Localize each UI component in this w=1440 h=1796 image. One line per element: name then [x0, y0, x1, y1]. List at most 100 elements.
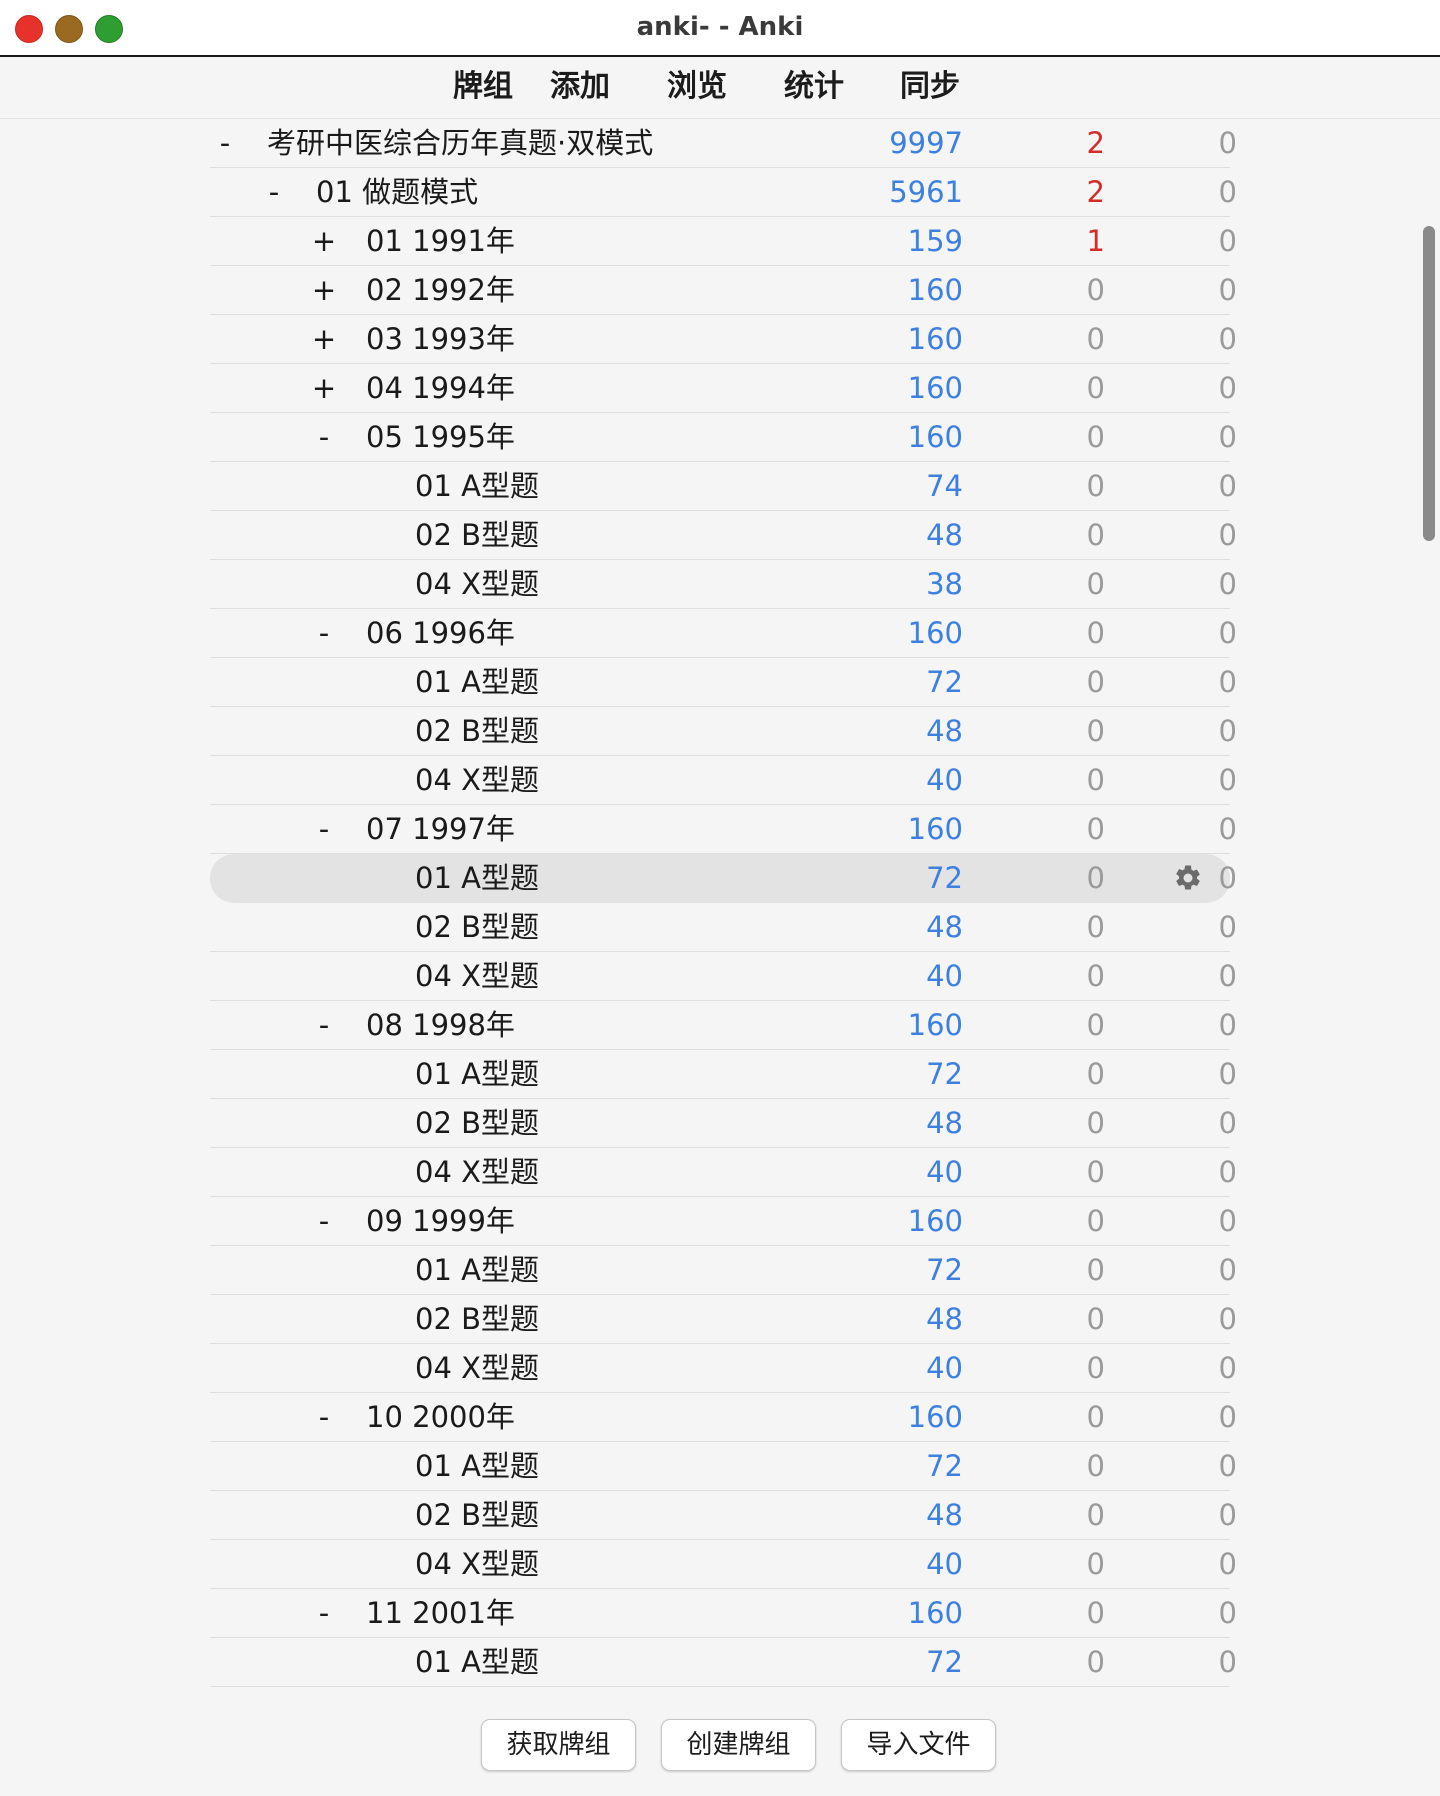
collapse-toggle[interactable]: - [210, 119, 240, 167]
due-count: 0 [1218, 1498, 1237, 1532]
deck-row[interactable]: 02 B型题 48 0 0 [210, 903, 1237, 952]
deck-row[interactable]: - 考研中医综合历年真题·双模式 9997 2 0 [210, 119, 1237, 168]
deck-row[interactable]: 02 B型题 48 0 0 [210, 1295, 1237, 1344]
scrollbar-thumb[interactable] [1423, 226, 1435, 541]
due-count: 0 [1218, 1547, 1237, 1581]
deck-row[interactable]: -08 1998年 160 0 0 [210, 1001, 1237, 1050]
due-count: 0 [1218, 420, 1237, 454]
due-count: 0 [1218, 1400, 1237, 1434]
deck-name[interactable]: 07 1997年 [366, 805, 515, 853]
new-count: 40 [926, 1155, 963, 1189]
deck-name[interactable]: 02 B型题 [415, 1491, 539, 1539]
deck-name[interactable]: 02 B型题 [415, 1099, 539, 1147]
deck-row[interactable]: 01 A型题 72 0 0 [210, 1638, 1237, 1687]
deck-row[interactable]: 01 A型题 72 0 0 [210, 1050, 1237, 1099]
deck-row[interactable]: -05 1995年 160 0 0 [210, 413, 1237, 462]
expand-toggle[interactable]: + [309, 266, 339, 314]
deck-name[interactable]: 01 1991年 [366, 217, 515, 265]
deck-name[interactable]: 01 A型题 [415, 462, 539, 510]
collapse-toggle[interactable]: - [309, 609, 339, 657]
deck-row[interactable]: 02 B型题 48 0 0 [210, 1491, 1237, 1540]
deck-name[interactable]: 06 1996年 [366, 609, 515, 657]
collapse-toggle[interactable]: - [309, 1589, 339, 1637]
learn-count: 0 [1086, 812, 1105, 846]
deck-row-current[interactable]: 01 A型题 72 0 0 [210, 854, 1237, 903]
learn-count: 0 [1086, 469, 1105, 503]
expand-toggle[interactable]: + [309, 217, 339, 265]
gear-icon[interactable] [1173, 863, 1203, 893]
collapse-toggle[interactable]: - [309, 1393, 339, 1441]
deck-name[interactable]: 04 X型题 [415, 1344, 539, 1392]
deck-row[interactable]: -11 2001年 160 0 0 [210, 1589, 1237, 1638]
deck-row[interactable]: 02 B型题 48 0 0 [210, 511, 1237, 560]
anki-window: anki- - Anki 牌组 添加 浏览 统计 同步 - 考研中医综合历年真题·… [0, 0, 1440, 1796]
deck-row[interactable]: -06 1996年 160 0 0 [210, 609, 1237, 658]
deck-name[interactable]: 09 1999年 [366, 1197, 515, 1245]
deck-name[interactable]: 08 1998年 [366, 1001, 515, 1049]
deck-row[interactable]: +03 1993年 160 0 0 [210, 315, 1237, 364]
deck-name[interactable]: 04 X型题 [415, 1148, 539, 1196]
deck-name[interactable]: 02 B型题 [415, 511, 539, 559]
deck-name[interactable]: 01 A型题 [415, 854, 539, 902]
deck-row[interactable]: +04 1994年 160 0 0 [210, 364, 1237, 413]
deck-name[interactable]: 05 1995年 [366, 413, 515, 461]
create-deck-button[interactable]: 创建牌组 [661, 1719, 816, 1771]
collapse-toggle[interactable]: - [309, 1197, 339, 1245]
deck-row[interactable]: 04 X型题 40 0 0 [210, 1540, 1237, 1589]
deck-name[interactable]: 04 X型题 [415, 952, 539, 1000]
deck-list-scrollbar[interactable] [1420, 119, 1438, 1687]
deck-name[interactable]: 01 A型题 [415, 1246, 539, 1294]
deck-row[interactable]: 04 X型题 40 0 0 [210, 952, 1237, 1001]
deck-row[interactable]: +02 1992年 160 0 0 [210, 266, 1237, 315]
deck-name[interactable]: 02 B型题 [415, 903, 539, 951]
deck-name[interactable]: 11 2001年 [366, 1589, 515, 1637]
deck-row[interactable]: -09 1999年 160 0 0 [210, 1197, 1237, 1246]
collapse-toggle[interactable]: - [309, 413, 339, 461]
toolbar-browse[interactable]: 浏览 [647, 63, 747, 111]
deck-name[interactable]: 04 X型题 [415, 1540, 539, 1588]
toolbar-add[interactable]: 添加 [530, 63, 630, 111]
deck-row[interactable]: +01 1991年 159 1 0 [210, 217, 1237, 266]
deck-name[interactable]: 03 1993年 [366, 315, 515, 363]
toolbar-decks[interactable]: 牌组 [433, 63, 533, 111]
toolbar-stats[interactable]: 统计 [764, 63, 864, 111]
deck-row[interactable]: -07 1997年 160 0 0 [210, 805, 1237, 854]
deck-name[interactable]: 02 1992年 [366, 266, 515, 314]
deck-row[interactable]: 04 X型题 40 0 0 [210, 1148, 1237, 1197]
toolbar-sync[interactable]: 同步 [880, 63, 980, 111]
deck-name[interactable]: 考研中医综合历年真题·双模式 [267, 119, 653, 167]
deck-name[interactable]: 10 2000年 [366, 1393, 515, 1441]
due-count: 0 [1218, 763, 1237, 797]
expand-toggle[interactable]: + [309, 364, 339, 412]
deck-name[interactable]: 02 B型题 [415, 1295, 539, 1343]
deck-row[interactable]: 01 A型题 72 0 0 [210, 658, 1237, 707]
deck-name[interactable]: 01 做题模式 [316, 168, 478, 216]
import-file-button[interactable]: 导入文件 [841, 1719, 996, 1771]
deck-row[interactable]: -10 2000年 160 0 0 [210, 1393, 1237, 1442]
collapse-toggle[interactable]: - [259, 168, 289, 216]
deck-name[interactable]: 01 A型题 [415, 1638, 539, 1686]
deck-row[interactable]: -01 做题模式 5961 2 0 [210, 168, 1237, 217]
deck-row[interactable]: 04 X型题 40 0 0 [210, 1344, 1237, 1393]
due-count: 0 [1218, 1302, 1237, 1336]
deck-name[interactable]: 02 B型题 [415, 707, 539, 755]
collapse-toggle[interactable]: - [309, 805, 339, 853]
deck-row[interactable]: 02 B型题 48 0 0 [210, 707, 1237, 756]
deck-row[interactable]: 01 A型题 74 0 0 [210, 462, 1237, 511]
deck-name[interactable]: 01 A型题 [415, 1050, 539, 1098]
expand-toggle[interactable]: + [309, 315, 339, 363]
deck-row[interactable]: 04 X型题 40 0 0 [210, 756, 1237, 805]
deck-row[interactable]: 02 B型题 48 0 0 [210, 1099, 1237, 1148]
collapse-toggle[interactable]: - [309, 1001, 339, 1049]
deck-name[interactable]: 04 1994年 [366, 364, 515, 412]
deck-row[interactable]: 01 A型题 72 0 0 [210, 1442, 1237, 1491]
deck-name[interactable]: 01 A型题 [415, 1442, 539, 1490]
deck-name[interactable]: 01 A型题 [415, 658, 539, 706]
due-count: 0 [1218, 1351, 1237, 1385]
deck-row[interactable]: 01 A型题 72 0 0 [210, 1246, 1237, 1295]
new-count: 160 [907, 1400, 963, 1434]
deck-name[interactable]: 04 X型题 [415, 560, 539, 608]
get-shared-button[interactable]: 获取牌组 [481, 1719, 636, 1771]
deck-row[interactable]: 04 X型题 38 0 0 [210, 560, 1237, 609]
deck-name[interactable]: 04 X型题 [415, 756, 539, 804]
